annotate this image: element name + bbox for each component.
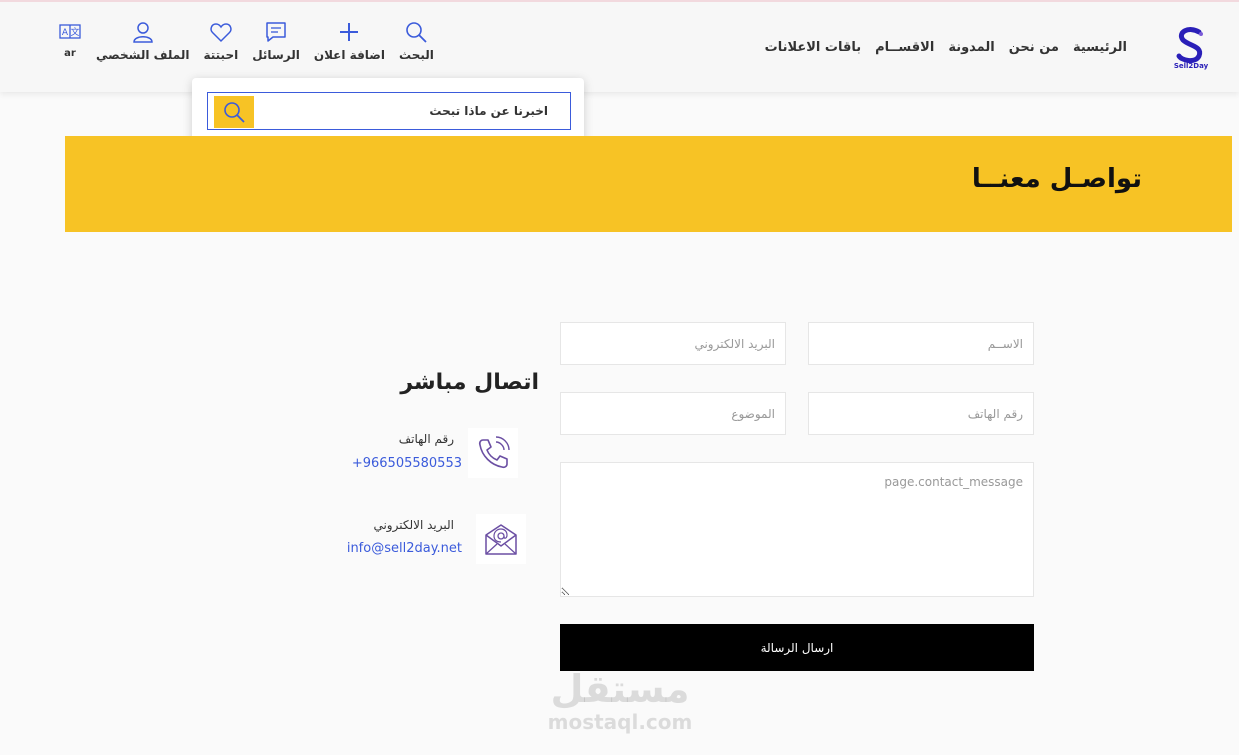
- profile-button[interactable]: الملف الشخصي: [96, 20, 189, 62]
- mostaql-watermark: مستقل mostaql.com: [540, 668, 700, 734]
- email-value[interactable]: info@sell2day.net: [347, 541, 462, 556]
- name-field[interactable]: [808, 322, 1034, 365]
- header-tools: A 文 ar الملف الشخصي احبتتة الرسائل اضافة…: [58, 20, 434, 62]
- site-logo[interactable]: Sell2Day: [1171, 24, 1211, 72]
- message-field[interactable]: [560, 462, 1034, 597]
- language-switch[interactable]: A 文 ar: [58, 20, 82, 59]
- email-label: البريد الالكتروني: [373, 518, 454, 532]
- search-submit-button[interactable]: [214, 96, 254, 128]
- plus-icon: [340, 23, 359, 41]
- add-ad-button[interactable]: اضافة اعلان: [314, 20, 385, 62]
- subject-field[interactable]: [560, 392, 786, 435]
- add-ad-label: اضافة اعلان: [313, 48, 386, 62]
- messages-label: الرسائل: [252, 48, 300, 62]
- nav-categories[interactable]: الاقســام: [875, 40, 934, 55]
- watermark-arabic: مستقل: [550, 667, 690, 711]
- search-toggle-button[interactable]: البحث: [399, 20, 434, 62]
- send-message-button[interactable]: ارسال الرسالة: [560, 624, 1034, 671]
- search-input[interactable]: [258, 93, 558, 129]
- message-icon: [266, 22, 286, 42]
- search-icon: [224, 102, 245, 123]
- search-box: [207, 92, 571, 130]
- phone-icon-box: [468, 428, 518, 478]
- svg-text:文: 文: [70, 26, 79, 38]
- messages-button[interactable]: الرسائل: [252, 20, 300, 62]
- phone-icon: [478, 436, 510, 469]
- language-label: ar: [64, 48, 76, 59]
- translate-icon: A 文: [59, 24, 81, 39]
- page-title: تواصـل معنــا: [971, 164, 1142, 194]
- profile-label: الملف الشخصي: [96, 48, 190, 62]
- nav-ad-packages[interactable]: باقات الاعلانات: [765, 40, 861, 55]
- site-header: Sell2Day الرئيسية من نحن المدونة الاقســ…: [0, 0, 1239, 92]
- nav-home[interactable]: الرئيسية: [1073, 40, 1127, 55]
- search-icon: [406, 22, 428, 43]
- favorites-label: احبتتة: [203, 48, 239, 62]
- email-icon-box: [476, 514, 526, 564]
- page-banner: تواصـل معنــا: [65, 136, 1232, 232]
- user-icon: [132, 22, 153, 43]
- heart-icon: [210, 23, 232, 43]
- phone-label: رقم الهاتف: [398, 432, 454, 446]
- search-label: البحث: [399, 48, 434, 62]
- envelope-icon: [485, 524, 517, 555]
- phone-value[interactable]: +966505580553: [352, 456, 462, 471]
- logo-icon: Sell2Day: [1174, 27, 1209, 70]
- direct-contact-title: اتصال مباشر: [400, 370, 539, 395]
- nav-blog[interactable]: المدونة: [948, 40, 994, 55]
- phone-field[interactable]: [808, 392, 1034, 435]
- nav-about[interactable]: من نحن: [1009, 40, 1059, 55]
- svg-text:A: A: [62, 28, 69, 38]
- email-field[interactable]: [560, 322, 786, 365]
- watermark-latin: mostaql.com: [547, 710, 693, 734]
- favorites-button[interactable]: احبتتة: [203, 20, 238, 62]
- logo-text: Sell2Day: [1174, 62, 1209, 70]
- main-nav: الرئيسية من نحن المدونة الاقســام باقات …: [765, 40, 1127, 55]
